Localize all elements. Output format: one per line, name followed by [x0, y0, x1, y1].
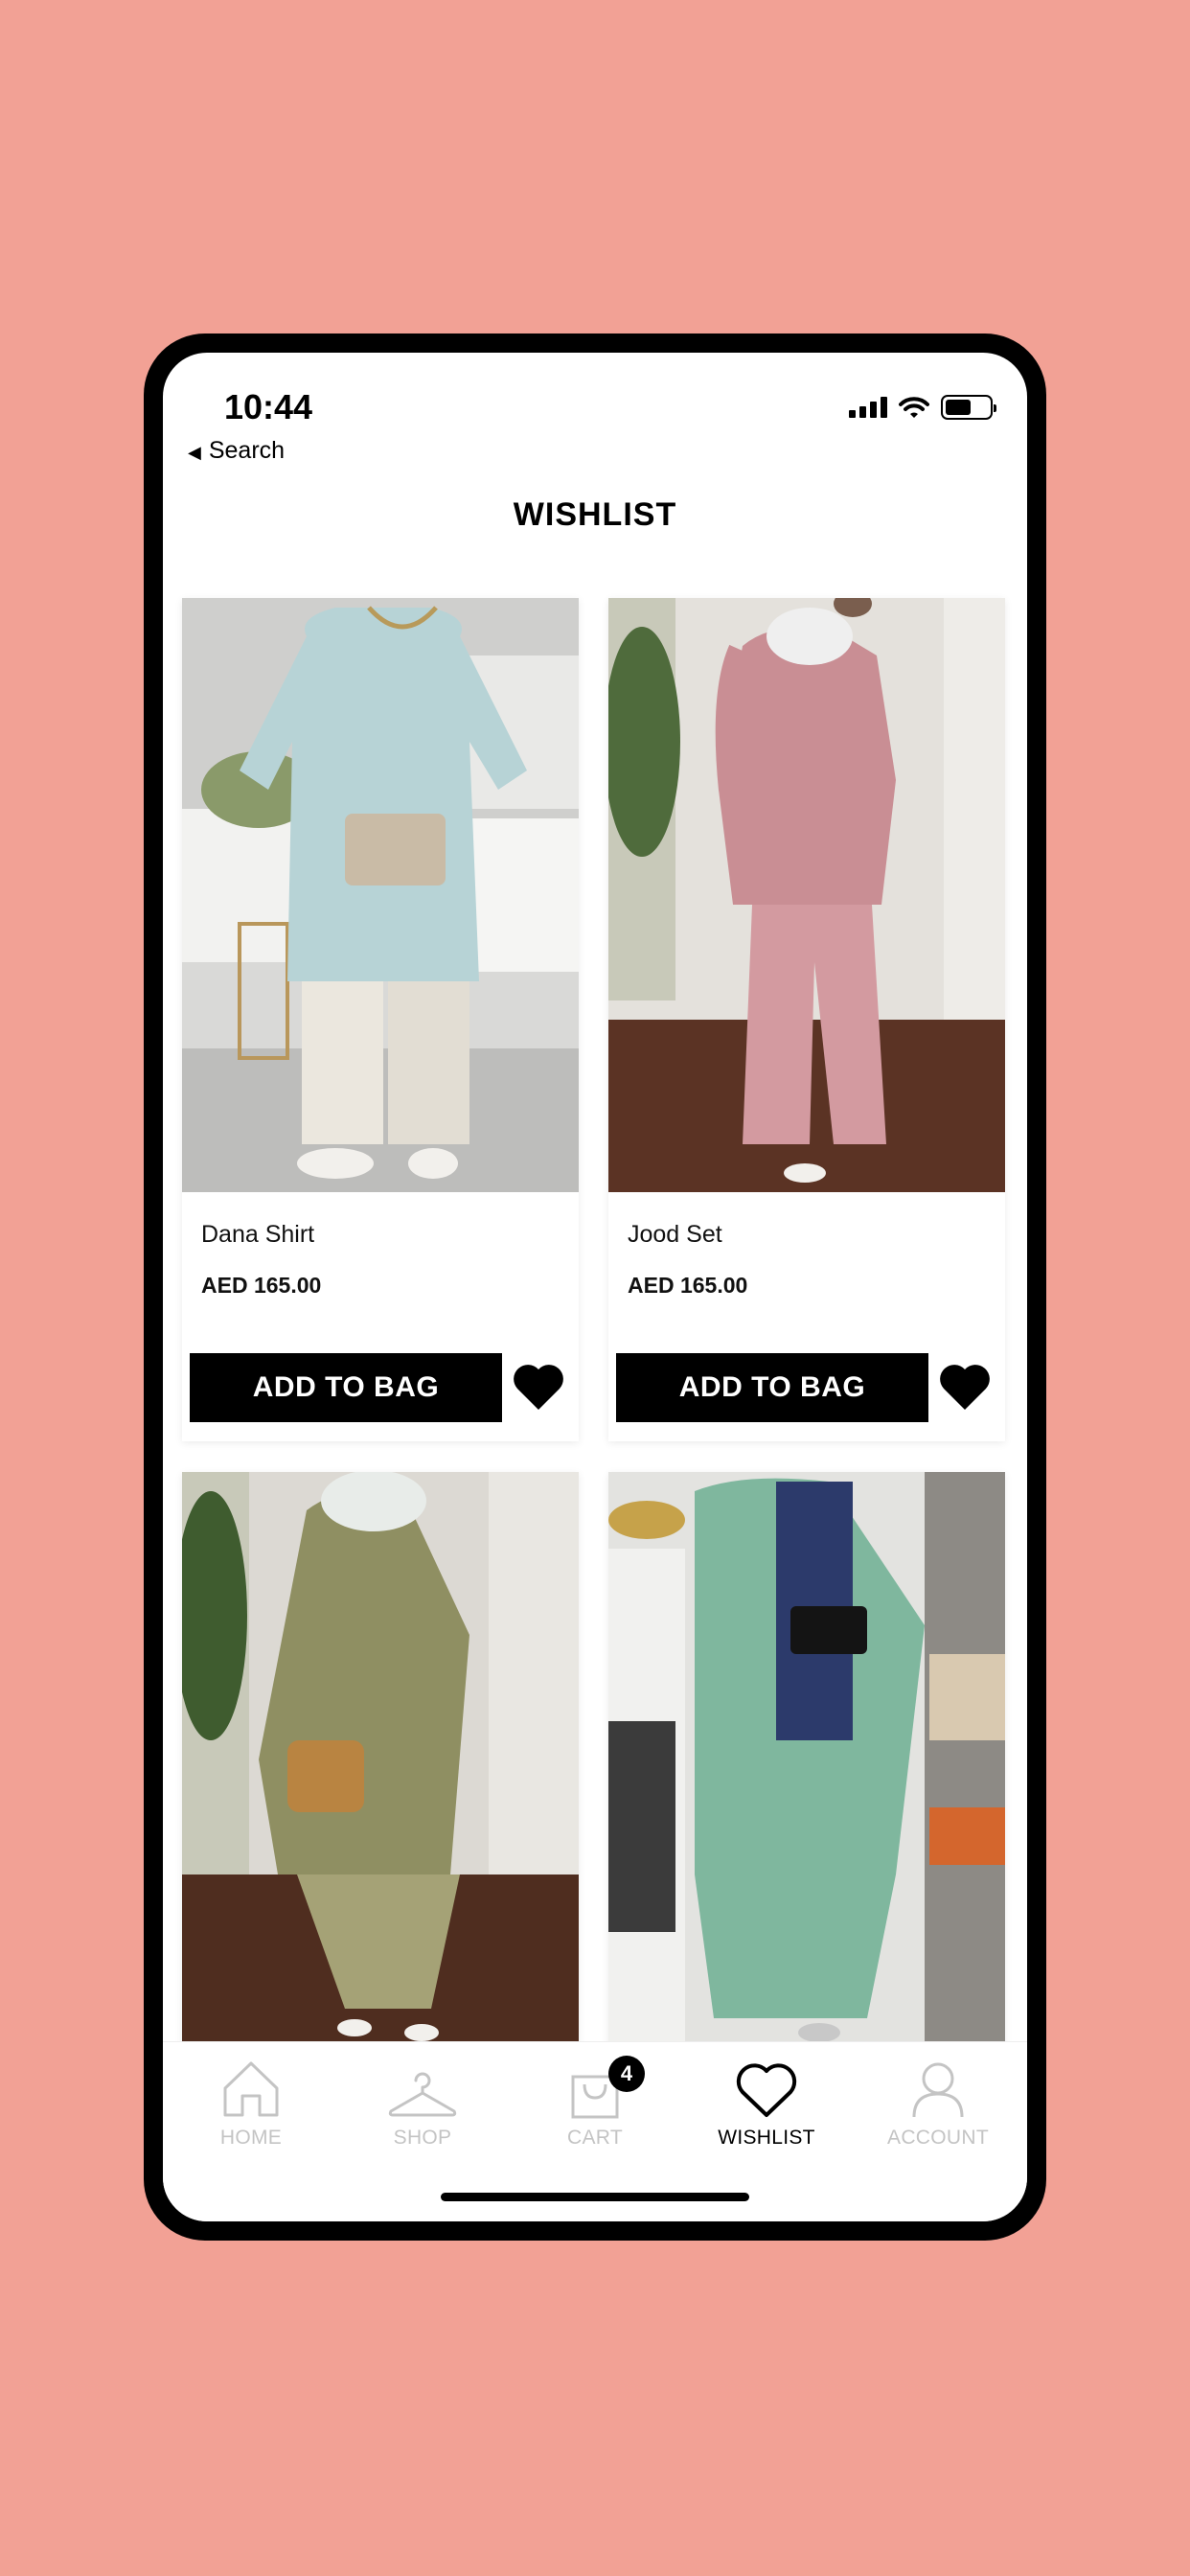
wifi-icon	[899, 397, 929, 418]
home-indicator[interactable]	[441, 2193, 749, 2201]
home-icon	[223, 2061, 279, 2117]
wishlist-heart-button[interactable]	[936, 1361, 994, 1414]
tab-account[interactable]: ACCOUNT	[871, 2056, 1005, 2150]
person-icon	[912, 2062, 964, 2118]
cellular-signal-icon	[849, 397, 887, 418]
add-to-bag-button[interactable]: ADD TO BAG	[190, 1353, 502, 1422]
tab-home[interactable]: HOME	[184, 2056, 318, 2150]
phone-frame: 10:44 ◀ Search WISHLIST Dana Shirt AED 1…	[144, 334, 1046, 2241]
tab-label: CART	[567, 2127, 623, 2149]
app-screen: 10:44 ◀ Search WISHLIST Dana Shirt AED 1…	[163, 353, 1027, 2221]
heart-icon	[736, 2063, 797, 2117]
battery-icon	[941, 395, 996, 420]
tab-cart[interactable]: 4 CART	[528, 2056, 662, 2150]
back-triangle-icon: ◀	[188, 443, 201, 462]
product-card-dana-shirt[interactable]: Dana Shirt AED 165.00 ADD TO BAG	[182, 598, 579, 1441]
wishlist-heart-button[interactable]	[510, 1361, 567, 1414]
filled-heart-icon	[514, 1364, 563, 1410]
tab-shop[interactable]: SHOP	[355, 2056, 490, 2150]
product-price: AED 165.00	[201, 1273, 322, 1298]
status-time: 10:44	[224, 387, 313, 426]
tab-label: SHOP	[393, 2127, 452, 2149]
back-to-search-link[interactable]: ◀ Search	[188, 437, 285, 465]
hanger-icon	[388, 2072, 457, 2117]
product-name[interactable]: Dana Shirt	[201, 1221, 314, 1249]
cart-count-badge: 4	[608, 2056, 645, 2092]
product-card-olive-set[interactable]	[182, 1472, 579, 2047]
tab-wishlist[interactable]: WISHLIST	[699, 2056, 834, 2150]
tab-label: HOME	[219, 2127, 283, 2149]
product-name[interactable]: Jood Set	[628, 1221, 722, 1249]
product-image-olive-set[interactable]	[182, 1472, 579, 2047]
product-price: AED 165.00	[628, 1273, 748, 1298]
tab-label: WISHLIST	[718, 2127, 815, 2149]
add-to-bag-button[interactable]: ADD TO BAG	[616, 1353, 928, 1422]
product-image-dana-shirt[interactable]	[182, 598, 579, 1192]
tab-label: ACCOUNT	[887, 2127, 989, 2149]
product-image-jood-set[interactable]	[608, 598, 1005, 1192]
filled-heart-icon	[940, 1364, 990, 1410]
product-card-jood-set[interactable]: Jood Set AED 165.00 ADD TO BAG	[608, 598, 1005, 1441]
product-image-mint-set[interactable]	[608, 1472, 1005, 2047]
back-label: Search	[208, 437, 286, 464]
product-card-mint-set[interactable]	[608, 1472, 1005, 2047]
status-icons	[849, 395, 996, 420]
page-title: WISHLIST	[513, 496, 677, 533]
